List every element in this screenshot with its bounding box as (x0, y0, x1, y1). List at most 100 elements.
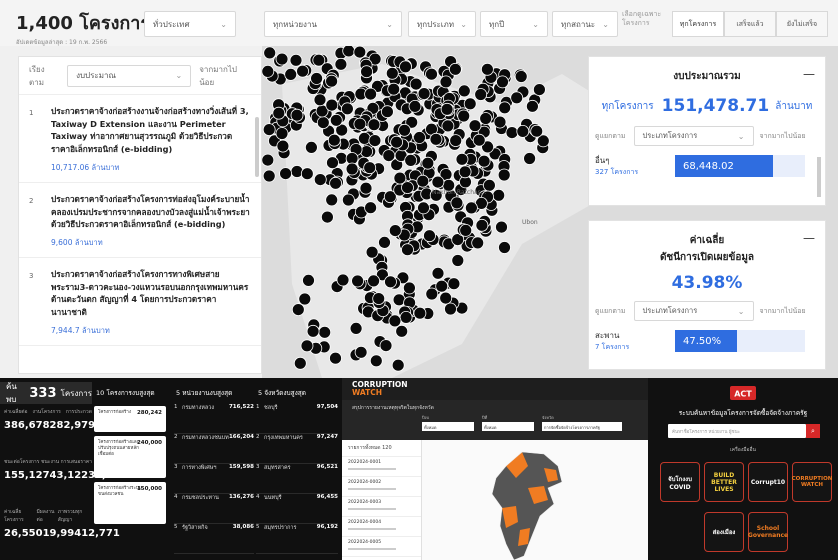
project-marker[interactable] (363, 161, 377, 175)
project-marker[interactable] (284, 67, 298, 81)
project-marker[interactable] (327, 133, 341, 147)
project-marker[interactable] (495, 220, 508, 234)
project-marker[interactable] (516, 125, 530, 138)
budget-sort-select[interactable]: ประเภทโครงการ ⌄ (633, 126, 754, 146)
project-marker[interactable] (306, 324, 320, 338)
scrollbar[interactable] (255, 117, 259, 177)
project-marker[interactable] (431, 266, 445, 280)
budget-order-select[interactable]: จากมากไปน้อย (760, 131, 806, 142)
project-marker[interactable] (514, 70, 528, 83)
project-marker[interactable] (367, 274, 380, 288)
project-marker[interactable] (354, 345, 368, 359)
type-select[interactable]: ทุกประเภท ⌄ (408, 11, 476, 37)
tool-logo-corruption-watch[interactable]: CORRUPTION WATCH (792, 462, 832, 502)
project-marker[interactable] (459, 223, 473, 237)
project-marker[interactable] (463, 97, 477, 111)
project-marker[interactable] (525, 99, 539, 113)
project-marker[interactable] (391, 358, 405, 372)
project-marker[interactable] (464, 201, 478, 215)
project-marker[interactable] (390, 135, 404, 149)
openness-order-select[interactable]: จากมากไปน้อย (760, 306, 806, 317)
cw-logo[interactable]: CORRUPTION WATCH (352, 381, 408, 396)
project-marker[interactable] (365, 245, 379, 259)
sort-select[interactable]: งบประมาณ ⌄ (67, 64, 192, 87)
list-item[interactable]: 2 ประกวดราคาจ้างก่อสร้างโครงการท่อส่งอุโ… (19, 183, 261, 258)
project-marker[interactable] (336, 273, 350, 287)
project-marker[interactable] (353, 45, 367, 59)
top-agency-row[interactable]: 5 รัฐวิสาหกิจ 38,086 (174, 524, 254, 554)
project-marker[interactable] (425, 67, 438, 81)
project-marker[interactable] (325, 98, 339, 112)
top-province-row[interactable]: 4 นนทบุรี 96,455 (256, 494, 338, 524)
project-marker[interactable] (291, 303, 305, 317)
project-marker[interactable] (360, 65, 373, 79)
project-marker[interactable] (532, 83, 546, 96)
project-marker[interactable] (276, 139, 290, 153)
project-marker[interactable] (498, 101, 512, 115)
top-agency-row[interactable]: 2 กรมทางหลวงชนบท 166,204 (174, 434, 254, 464)
project-marker[interactable] (388, 314, 402, 328)
tool-logo-songmuang[interactable]: ส่องเมือง (704, 512, 744, 552)
project-marker[interactable] (369, 354, 383, 368)
project-marker[interactable] (372, 292, 386, 306)
budget-row[interactable]: อื่นๆ 327 โครงการ 68,448.02 (589, 154, 825, 178)
project-marker[interactable] (493, 115, 507, 129)
project-marker[interactable] (353, 117, 367, 131)
project-marker[interactable] (441, 119, 455, 133)
top-project-card[interactable]: โครงการก่อสร้าง 280,242 (94, 406, 166, 432)
project-marker[interactable] (289, 53, 303, 67)
project-marker[interactable] (367, 118, 381, 132)
project-marker[interactable] (477, 154, 491, 168)
project-marker[interactable] (272, 106, 286, 120)
top-province-row[interactable]: 1 ชลบุรี 97,504 (256, 404, 338, 434)
top-agency-row[interactable]: 3 การทางพิเศษฯ 159,598 (174, 464, 254, 494)
project-marker[interactable] (300, 339, 314, 353)
project-marker[interactable] (471, 236, 485, 250)
project-marker[interactable] (329, 113, 343, 127)
project-marker[interactable] (455, 152, 469, 166)
project-marker[interactable] (458, 165, 472, 179)
project-marker[interactable] (275, 52, 289, 66)
project-marker[interactable] (262, 123, 276, 136)
province-map[interactable] (462, 448, 612, 560)
project-marker[interactable] (439, 75, 453, 89)
region-select[interactable]: ทั่วประเทศ ⌄ (144, 11, 236, 37)
project-marker[interactable] (423, 229, 436, 243)
project-marker[interactable] (325, 74, 338, 88)
project-marker[interactable] (395, 324, 409, 338)
project-marker[interactable] (479, 112, 493, 125)
project-marker[interactable] (401, 243, 414, 257)
top-agency-row[interactable]: 4 กรมชลประทาน 136,276 (174, 494, 254, 524)
project-marker[interactable] (523, 152, 537, 165)
project-marker[interactable] (263, 46, 277, 60)
project-marker[interactable] (451, 254, 465, 267)
project-marker[interactable] (302, 273, 315, 287)
project-marker[interactable] (480, 62, 494, 76)
project-marker[interactable] (262, 65, 275, 78)
project-marker[interactable] (316, 116, 330, 129)
collapse-icon[interactable]: — (803, 231, 815, 245)
top-province-row[interactable]: 5 สมุทรปราการ 96,192 (256, 524, 338, 554)
project-marker[interactable] (293, 356, 307, 370)
order-select[interactable]: จากมากไปน้อย (199, 63, 251, 89)
tool-logo-corrupt10[interactable]: Corrupt10 (748, 462, 788, 502)
project-marker[interactable] (497, 168, 511, 182)
project-marker[interactable] (382, 149, 396, 162)
cw-list-item[interactable]: 2022024-0003 (342, 497, 421, 517)
project-marker[interactable] (447, 277, 461, 291)
list-item[interactable]: 1 ประกวดราคาจ้างก่อสร้างงานจ้างก่อสร้างท… (19, 95, 261, 183)
project-marker[interactable] (421, 156, 435, 170)
project-marker[interactable] (325, 193, 339, 207)
project-marker[interactable] (342, 44, 356, 58)
status-select[interactable]: ทุกสถานะ ⌄ (552, 11, 618, 37)
project-marker[interactable] (378, 235, 391, 249)
project-marker[interactable] (384, 275, 397, 289)
project-marker[interactable] (321, 210, 334, 224)
project-marker[interactable] (402, 281, 416, 295)
project-marker[interactable] (360, 145, 373, 158)
project-marker[interactable] (429, 132, 443, 146)
project-marker[interactable] (342, 193, 355, 207)
project-marker[interactable] (358, 132, 371, 145)
project-marker[interactable] (475, 218, 489, 232)
project-marker[interactable] (388, 224, 402, 238)
